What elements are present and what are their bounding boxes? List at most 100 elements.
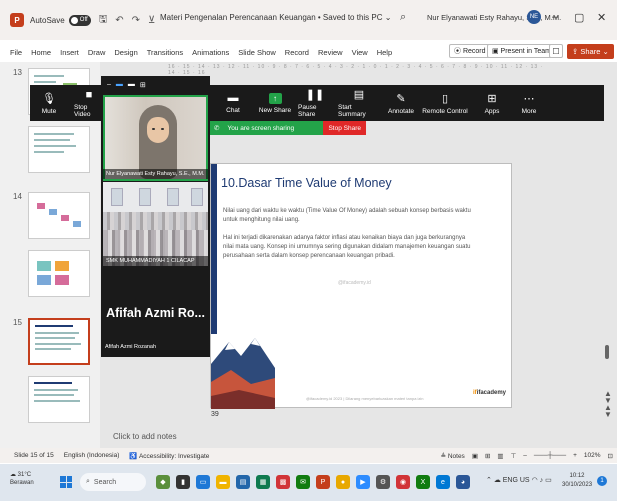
thumbnail-slide-14[interactable] [28, 192, 90, 239]
menu-insert[interactable]: Insert [60, 48, 79, 57]
slide-paragraph-2[interactable]: Hal ini terjadi dikarenakan adanya fakto… [223, 234, 473, 261]
mail-icon[interactable]: ✉ [296, 475, 310, 489]
tray-arrow-icon[interactable]: ⌃ [486, 477, 494, 484]
taskbar-search[interactable]: ⌕ Search [80, 473, 146, 491]
redo-icon[interactable]: ↷ [132, 15, 140, 26]
windows-start-icon[interactable] [60, 476, 72, 488]
close-icon[interactable]: ✕ [597, 11, 606, 24]
tiles-icon[interactable]: ▩ [276, 475, 290, 489]
tray-cloud-icon[interactable]: ☁ [494, 477, 503, 484]
normal-view-icon[interactable]: ▣ [472, 452, 478, 460]
speaker-view-icon[interactable]: ▬ [128, 81, 135, 88]
menu-draw[interactable]: Draw [88, 48, 106, 57]
thumbnail-slide-14b[interactable] [28, 250, 90, 297]
language-status[interactable]: English (Indonesia) [64, 452, 120, 459]
slide-num-14: 14 [13, 192, 22, 201]
reading-view-icon[interactable]: ▥ [497, 452, 503, 460]
menu-record[interactable]: Record [285, 48, 309, 57]
clock[interactable]: 10:12 30/10/2023 [562, 472, 592, 490]
windows-taskbar: ☁ 31°C Berawan ⌕ Search ◆ ▮ ▭ ▬ ▤ ▦ ▩ ✉ … [0, 464, 617, 501]
slide-sorter-icon[interactable]: ⊞ [485, 452, 490, 460]
annotate-button[interactable]: ✎ Annotate [386, 85, 416, 121]
task-view-icon[interactable]: ▮ [176, 475, 190, 489]
menu-home[interactable]: Home [31, 48, 51, 57]
document-title[interactable]: Materi Pengenalan Perencanaan Keuangan •… [160, 13, 391, 22]
taskbar-app-icon[interactable]: ◆ [156, 475, 170, 489]
slideshow-icon[interactable]: ⊤ [511, 452, 517, 460]
explorer-icon[interactable]: ▭ [196, 475, 210, 489]
menu-review[interactable]: Review [318, 48, 343, 57]
notes-placeholder[interactable]: Click to add notes [113, 432, 177, 441]
fit-slide-icon[interactable]: ⊡ [608, 452, 613, 460]
battery-icon[interactable]: ▭ [545, 477, 552, 484]
vertical-scrollbar[interactable] [605, 345, 609, 359]
thumbnail-slide-15[interactable] [28, 318, 90, 365]
gallery-view-icon[interactable]: ⊞ [140, 81, 146, 89]
remote-control-button[interactable]: ▯ Remote Control [422, 85, 468, 121]
zoom-percent[interactable]: 102% [584, 452, 601, 459]
record-button[interactable]: ⦿ Record [449, 44, 491, 58]
zoom-out-icon[interactable]: – [523, 452, 527, 459]
store-icon[interactable]: ▤ [236, 475, 250, 489]
system-tray[interactable]: ⌃ ☁ ENG US ◠ ♪ ▭ [486, 476, 552, 484]
undo-icon[interactable]: ↶ [115, 15, 123, 26]
menu-transitions[interactable]: Transitions [147, 48, 183, 57]
apps-button[interactable]: ⊞ Apps [480, 85, 504, 121]
zoom-slider[interactable]: ───┼─── [534, 452, 566, 459]
folder-icon[interactable]: ▬ [216, 475, 230, 489]
thumbnail-slide-13b[interactable] [28, 126, 90, 173]
menu-slideshow[interactable]: Slide Show [238, 48, 276, 57]
thumbnail-slide-15b[interactable] [28, 376, 90, 423]
tray-lang[interactable]: ENG US [503, 477, 530, 484]
new-share-button[interactable]: ↑ New Share [257, 85, 293, 121]
user-name: Nur Elyanawati Esty Rahayu, S.E., M.M. [427, 13, 562, 22]
stop-share-button[interactable]: Stop Share [323, 121, 366, 135]
more-button[interactable]: ⋯ More [517, 85, 541, 121]
edge-icon[interactable]: e [436, 475, 450, 489]
menu-view[interactable]: View [352, 48, 368, 57]
wifi-icon[interactable]: ◠ [532, 477, 540, 484]
mute-button[interactable]: 🎙 Mute [36, 85, 62, 121]
notes-button[interactable]: ≜ Notes [441, 452, 465, 460]
stop-video-button[interactable]: ■ Stop Video [74, 85, 104, 121]
menu-design[interactable]: Design [114, 48, 137, 57]
pdf-icon[interactable]: ◉ [396, 475, 410, 489]
minimize-icon[interactable]: – [552, 11, 558, 23]
start-summary-button[interactable]: ▤ Start Summary [338, 85, 380, 121]
notification-badge[interactable]: 1 [597, 476, 607, 486]
participant-video-2[interactable] [103, 182, 208, 266]
pause-share-button[interactable]: ❚❚ Pause Share [298, 85, 332, 121]
minimize-video-icon[interactable]: – [107, 81, 111, 88]
accessibility-status[interactable]: ♿ Accessibility: Investigate [129, 452, 209, 460]
zoom-video-panel[interactable]: – ▬ ▬ ⊞ Nur Elyanawati Esty Rahayu, S.E.… [101, 76, 210, 357]
share-button[interactable]: ⇪ Share ⌄ [567, 44, 614, 59]
menu-animations[interactable]: Animations [192, 48, 229, 57]
ifacademy-logo: ififacademy [473, 390, 507, 396]
single-view-icon[interactable]: ▬ [116, 81, 123, 88]
scroll-arrows-icon[interactable]: ▲ ▼ ▲ ▼ [604, 390, 612, 419]
user-taskbar-icon[interactable]: ◕ [456, 475, 470, 489]
slide-paragraph-1[interactable]: Nilai uang dari waktu ke waktu (Time Val… [223, 207, 473, 225]
search-icon[interactable]: ⌕ [400, 11, 406, 24]
powerpoint-taskbar-icon[interactable]: P [316, 475, 330, 489]
excel-icon[interactable]: X [416, 475, 430, 489]
quick-access-icon[interactable]: ⊻ [148, 15, 155, 26]
save-icon[interactable]: 🖫 [99, 12, 108, 29]
maximize-icon[interactable]: ▢ [574, 11, 584, 24]
comments-icon[interactable]: ☐ [549, 44, 563, 58]
autosave-toggle[interactable]: Off [68, 14, 91, 26]
chat-button[interactable]: ▬ Chat [220, 85, 246, 121]
menu-file[interactable]: File [10, 48, 22, 57]
pause-share-label: Pause Share [298, 104, 317, 118]
slide-canvas[interactable]: 10.Dasar Time Value of Money Nilai uang … [210, 163, 512, 409]
avatar[interactable]: NE [527, 10, 541, 24]
zoom-in-icon[interactable]: + [573, 452, 577, 459]
chrome-icon[interactable]: ● [336, 475, 350, 489]
calculator-icon[interactable]: ▦ [256, 475, 270, 489]
weather-widget[interactable]: ☁ 31°C Berawan [10, 471, 34, 487]
chat-label: Chat [226, 107, 240, 114]
settings-icon[interactable]: ⚙ [376, 475, 390, 489]
zoom-taskbar-icon[interactable]: ▶ [356, 475, 370, 489]
slide-title[interactable]: 10.Dasar Time Value of Money [221, 176, 392, 190]
menu-help[interactable]: Help [377, 48, 392, 57]
